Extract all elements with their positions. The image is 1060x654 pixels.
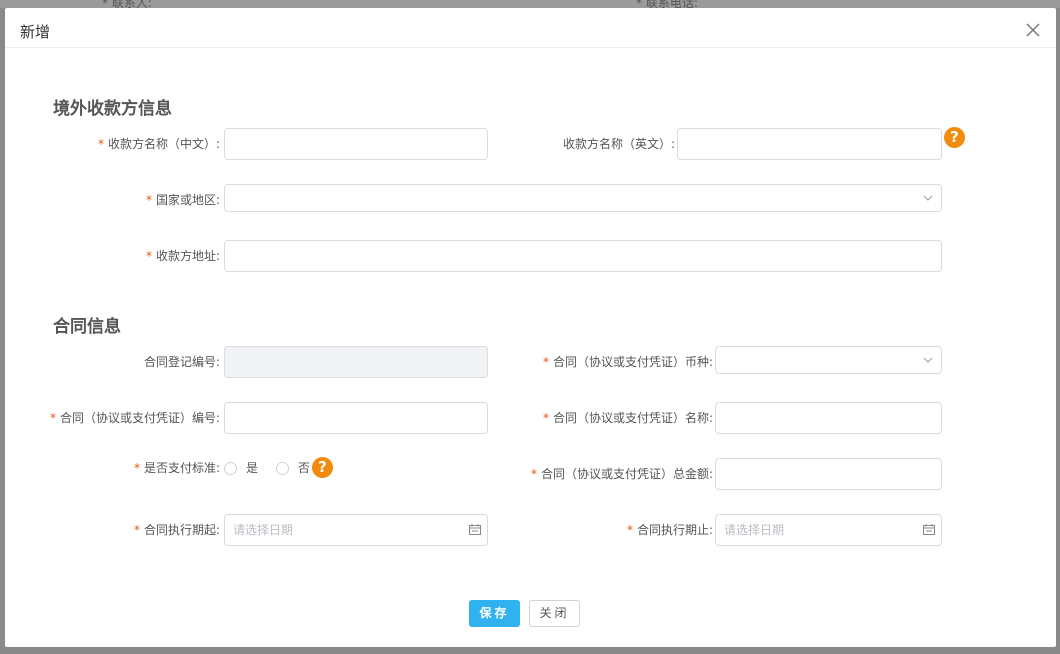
radio-no-label: 否 bbox=[297, 461, 310, 475]
contract-no-input[interactable] bbox=[224, 402, 488, 434]
contract-reg-no-input bbox=[224, 346, 488, 378]
label-contract-no: * 合同（协议或支付凭证）编号: bbox=[49, 411, 220, 425]
payee-name-cn-input[interactable] bbox=[224, 128, 488, 160]
background-overlay: * 联系人: * 联系电话: bbox=[0, 0, 1060, 10]
add-dialog: 新增 境外收款方信息 * 收款方名称（中文）: 收款方名称（英文）: ? * 国家或… bbox=[5, 8, 1056, 647]
dialog-title: 新增 bbox=[20, 23, 51, 41]
pay-standard-radio-group: 是 否 bbox=[224, 452, 316, 484]
end-date-input[interactable] bbox=[715, 514, 942, 546]
save-button[interactable]: 保存 bbox=[469, 600, 520, 627]
label-contract-name: * 合同（协议或支付凭证）名称: bbox=[542, 411, 713, 425]
calendar-icon[interactable] bbox=[923, 524, 935, 535]
section-title-contract: 合同信息 bbox=[53, 317, 121, 337]
radio-no[interactable]: 否 bbox=[275, 452, 310, 484]
label-start-date: * 合同执行期起: bbox=[133, 523, 220, 537]
radio-yes-label: 是 bbox=[246, 461, 259, 475]
label-payee-name-cn: * 收款方名称（中文）: bbox=[97, 137, 220, 151]
label-payee-address: * 收款方地址: bbox=[145, 249, 220, 263]
label-country: * 国家或地区: bbox=[145, 193, 220, 207]
dialog-header: 新增 bbox=[5, 8, 1056, 48]
label-contract-reg-no: 合同登记编号: bbox=[143, 355, 220, 369]
radio-yes[interactable]: 是 bbox=[224, 452, 258, 484]
help-icon-pay-standard[interactable]: ? bbox=[312, 457, 333, 478]
help-icon-payee-name-en[interactable]: ? bbox=[944, 127, 965, 148]
label-payee-name-en: 收款方名称（英文）: bbox=[562, 137, 675, 151]
total-amount-input[interactable] bbox=[715, 458, 942, 490]
label-total-amount: * 合同（协议或支付凭证）总金额: bbox=[530, 467, 713, 481]
label-currency: * 合同（协议或支付凭证）币种: bbox=[542, 355, 713, 369]
close-button[interactable]: 关闭 bbox=[529, 600, 580, 627]
start-date-picker bbox=[224, 514, 488, 546]
chevron-down-icon bbox=[923, 357, 933, 363]
country-select[interactable] bbox=[224, 184, 942, 212]
close-icon[interactable] bbox=[1026, 23, 1040, 37]
end-date-picker bbox=[715, 514, 942, 546]
start-date-input[interactable] bbox=[224, 514, 488, 546]
section-title-payee: 境外收款方信息 bbox=[53, 99, 172, 119]
radio-circle-yes bbox=[224, 461, 237, 475]
payee-name-en-input[interactable] bbox=[677, 128, 942, 160]
label-end-date: * 合同执行期止: bbox=[626, 523, 713, 537]
radio-circle-no bbox=[275, 461, 289, 475]
label-pay-standard: * 是否支付标准: bbox=[133, 461, 220, 475]
chevron-down-icon bbox=[923, 195, 933, 201]
currency-select[interactable] bbox=[715, 346, 942, 374]
contract-name-input[interactable] bbox=[715, 402, 942, 434]
payee-address-input[interactable] bbox=[224, 240, 942, 272]
calendar-icon[interactable] bbox=[469, 524, 481, 535]
